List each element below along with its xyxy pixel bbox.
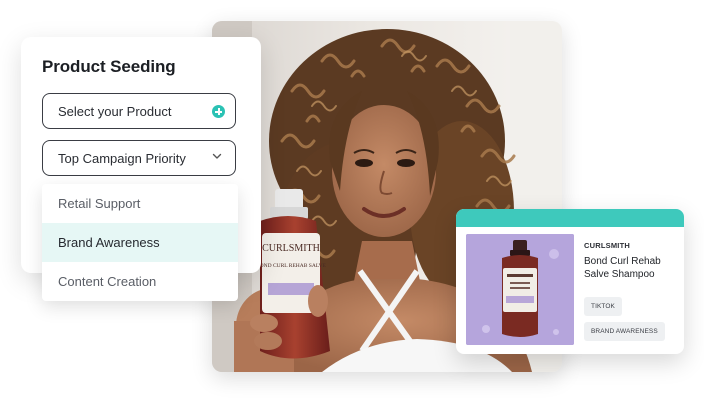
select-product-label: Select your Product	[58, 104, 172, 119]
photo-bottle-name: BOND CURL REHAB SALVE	[256, 263, 327, 269]
plus-circle-icon[interactable]	[212, 105, 225, 118]
dropdown-option-content-creation[interactable]: Content Creation	[42, 262, 238, 301]
product-brand: CURLSMITH	[584, 241, 630, 250]
select-product-field[interactable]: Select your Product	[42, 93, 236, 129]
tag-brand-awareness: BRAND AWARENESS	[584, 322, 665, 341]
product-bottle-image	[466, 234, 574, 345]
product-card-header-bar	[456, 209, 684, 227]
campaign-priority-label: Top Campaign Priority	[58, 151, 186, 166]
product-card[interactable]: CURLSMITH Bond Curl Rehab Salve Shampoo …	[456, 209, 684, 354]
photo-bottle-brand: CURLSMITH	[262, 243, 320, 254]
dropdown-option-retail-support[interactable]: Retail Support	[42, 184, 238, 223]
chevron-down-icon[interactable]	[212, 151, 222, 161]
campaign-priority-select[interactable]: Top Campaign Priority	[42, 140, 236, 176]
tag-tiktok: TIKTOK	[584, 297, 622, 316]
product-thumbnail	[466, 234, 574, 345]
product-name: Bond Curl Rehab Salve Shampoo	[584, 256, 661, 280]
campaign-priority-dropdown: Retail Support Brand Awareness Content C…	[42, 184, 238, 301]
dropdown-option-brand-awareness[interactable]: Brand Awareness	[42, 223, 238, 262]
card-title: Product Seeding	[42, 57, 176, 76]
